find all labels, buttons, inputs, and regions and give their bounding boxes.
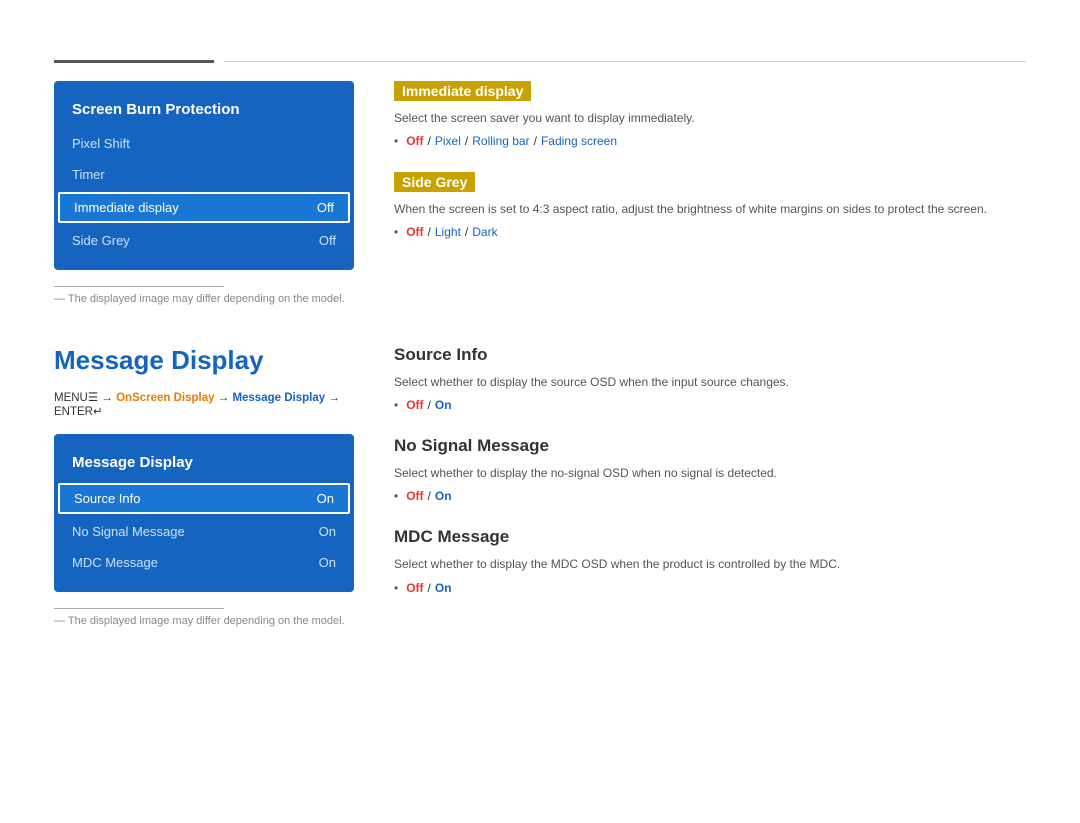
screen-burn-title: Screen Burn Protection bbox=[54, 95, 354, 128]
side-grey-section: Side Grey When the screen is set to 4:3 … bbox=[394, 172, 1026, 239]
section2-left-panel: Message Display MENU☰ → OnScreen Display… bbox=[54, 345, 354, 627]
divider-right bbox=[224, 61, 1026, 62]
section2-layout: Message Display MENU☰ → OnScreen Display… bbox=[0, 345, 1080, 627]
immediate-display-desc: Select the screen saver you want to disp… bbox=[394, 109, 1026, 128]
bc-menu: MENU bbox=[54, 392, 88, 404]
side-grey-value: Off bbox=[319, 233, 336, 248]
no-signal-options: • Off / On bbox=[394, 489, 1026, 503]
sep-3: / bbox=[534, 134, 537, 148]
immediate-display-label: Immediate display bbox=[74, 200, 179, 215]
side-grey-options: • Off / Light / Dark bbox=[394, 225, 1026, 239]
mdc-message-value: On bbox=[319, 555, 336, 570]
message-display-menu-title: Message Display bbox=[54, 448, 354, 481]
mdc-message-options: • Off / On bbox=[394, 581, 1026, 595]
no-signal-label: No Signal Message bbox=[72, 524, 185, 539]
opt-off-1: Off bbox=[406, 134, 423, 148]
opt-pixel: Pixel bbox=[435, 134, 461, 148]
bc-onscreen: OnScreen Display bbox=[116, 392, 214, 404]
timer-label: Timer bbox=[72, 167, 105, 182]
bc-arrow2: → bbox=[218, 392, 233, 404]
section2-note: ― The displayed image may differ dependi… bbox=[54, 615, 354, 627]
section1-layout: Screen Burn Protection Pixel Shift Timer… bbox=[0, 81, 1080, 305]
side-grey-label: Side Grey bbox=[72, 233, 130, 248]
message-display-page-title: Message Display bbox=[54, 345, 354, 376]
opt-light: Light bbox=[435, 225, 461, 239]
pixel-shift-label: Pixel Shift bbox=[72, 136, 130, 151]
opt-rolling: Rolling bar bbox=[472, 134, 529, 148]
side-grey-desc: When the screen is set to 4:3 aspect rat… bbox=[394, 200, 1026, 219]
bullet-ns: • bbox=[394, 489, 398, 503]
screen-burn-menu-box: Screen Burn Protection Pixel Shift Timer… bbox=[54, 81, 354, 270]
source-info-label: Source Info bbox=[74, 491, 141, 506]
menu-item-mdc-message[interactable]: MDC Message On bbox=[54, 547, 354, 578]
sep-4: / bbox=[428, 225, 431, 239]
immediate-display-options: • Off / Pixel / Rolling bar / Fading scr… bbox=[394, 134, 1026, 148]
immediate-display-value: Off bbox=[317, 200, 334, 215]
side-grey-heading: Side Grey bbox=[394, 172, 475, 192]
bullet-2: • bbox=[394, 225, 398, 239]
bullet-si: • bbox=[394, 398, 398, 412]
section1-right-panel: Immediate display Select the screen save… bbox=[394, 81, 1026, 305]
menu-item-pixel-shift[interactable]: Pixel Shift bbox=[54, 128, 354, 159]
no-signal-section: No Signal Message Select whether to disp… bbox=[394, 436, 1026, 503]
no-signal-desc: Select whether to display the no-signal … bbox=[394, 464, 1026, 483]
menu-item-side-grey[interactable]: Side Grey Off bbox=[54, 225, 354, 256]
opt-fading: Fading screen bbox=[541, 134, 617, 148]
mdc-message-section: MDC Message Select whether to display th… bbox=[394, 527, 1026, 594]
source-info-options: • Off / On bbox=[394, 398, 1026, 412]
source-info-value: On bbox=[317, 491, 334, 506]
bc-icon: ☰ bbox=[88, 392, 98, 404]
message-display-menu-box: Message Display Source Info On No Signal… bbox=[54, 434, 354, 592]
opt-ns-on: On bbox=[435, 489, 452, 503]
immediate-display-heading: Immediate display bbox=[394, 81, 531, 101]
bc-arrow1: → bbox=[101, 392, 116, 404]
mdc-message-desc: Select whether to display the MDC OSD wh… bbox=[394, 555, 1026, 574]
section1-note: ― The displayed image may differ dependi… bbox=[54, 293, 354, 305]
mdc-message-label: MDC Message bbox=[72, 555, 158, 570]
menu-item-immediate-display[interactable]: Immediate display Off bbox=[58, 192, 350, 223]
note-content: The displayed image may differ depending… bbox=[68, 293, 345, 305]
note-divider-2 bbox=[54, 608, 224, 609]
source-info-section: Source Info Select whether to display th… bbox=[394, 345, 1026, 412]
menu-item-timer[interactable]: Timer bbox=[54, 159, 354, 190]
divider-left bbox=[54, 60, 214, 63]
sep-ns: / bbox=[428, 489, 431, 503]
opt-ns-off: Off bbox=[406, 489, 423, 503]
immediate-display-section: Immediate display Select the screen save… bbox=[394, 81, 1026, 148]
section1-left-panel: Screen Burn Protection Pixel Shift Timer… bbox=[54, 81, 354, 305]
no-signal-heading: No Signal Message bbox=[394, 436, 1026, 456]
opt-dark: Dark bbox=[472, 225, 497, 239]
note2-content: The displayed image may differ depending… bbox=[68, 615, 345, 627]
no-signal-value: On bbox=[319, 524, 336, 539]
sep-5: / bbox=[465, 225, 468, 239]
bullet-mdc: • bbox=[394, 581, 398, 595]
bullet-1: • bbox=[394, 134, 398, 148]
sep-mdc: / bbox=[428, 581, 431, 595]
opt-si-off: Off bbox=[406, 398, 423, 412]
opt-mdc-on: On bbox=[435, 581, 452, 595]
menu-item-no-signal[interactable]: No Signal Message On bbox=[54, 516, 354, 547]
opt-off-2: Off bbox=[406, 225, 423, 239]
sep-1: / bbox=[428, 134, 431, 148]
breadcrumb: MENU☰ → OnScreen Display → Message Displ… bbox=[54, 390, 354, 418]
opt-mdc-off: Off bbox=[406, 581, 423, 595]
mdc-message-heading: MDC Message bbox=[394, 527, 1026, 547]
top-divider bbox=[0, 60, 1080, 63]
sep-si: / bbox=[428, 398, 431, 412]
source-info-heading: Source Info bbox=[394, 345, 1026, 365]
note2-dash: ― bbox=[54, 615, 68, 627]
menu-item-source-info[interactable]: Source Info On bbox=[58, 483, 350, 514]
note-dash: ― bbox=[54, 293, 68, 305]
opt-si-on: On bbox=[435, 398, 452, 412]
bc-message-display: Message Display bbox=[232, 392, 325, 404]
source-info-desc: Select whether to display the source OSD… bbox=[394, 373, 1026, 392]
note-divider-1 bbox=[54, 286, 224, 287]
sep-2: / bbox=[465, 134, 468, 148]
section2-right-panel: Source Info Select whether to display th… bbox=[394, 345, 1026, 627]
